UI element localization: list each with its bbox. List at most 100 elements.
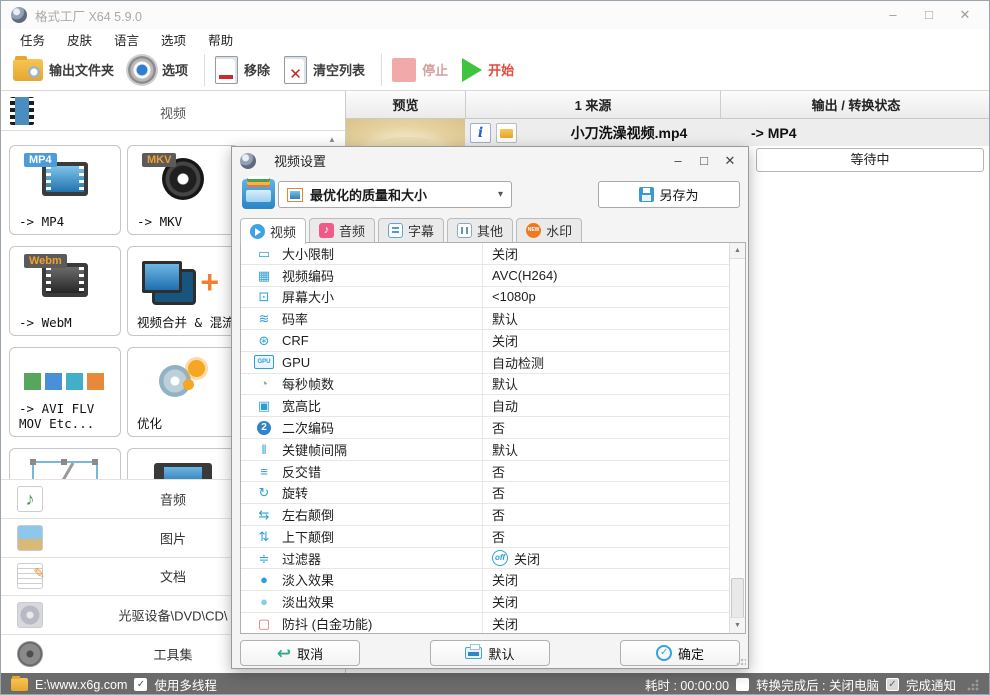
statusbar: E:\www.x6g.com ✓ 使用多线程 耗时 : 00:00:00 转换完… (1, 673, 989, 694)
multithread-checkbox[interactable]: ✓ (134, 678, 148, 691)
scrollbar-down-icon[interactable]: ▼ (730, 617, 745, 633)
save-as-button[interactable]: 另存为 (598, 181, 740, 208)
setting-row[interactable]: ⇅ 上下颠倒 否 (241, 525, 730, 548)
setting-value: <1080p (492, 289, 536, 305)
quality-preset-dropdown[interactable]: 最优化的质量和大小 ▾ (278, 181, 512, 208)
setting-name: 二次编码 (282, 421, 335, 436)
setting-value: 否 (492, 508, 506, 524)
settings-tab[interactable]: 其他 (447, 218, 514, 242)
maximize-button[interactable]: □ (915, 4, 943, 26)
options-button[interactable]: 选项 (128, 55, 189, 84)
ok-button[interactable]: 确定 (620, 640, 740, 666)
setting-value: 关闭 (514, 551, 541, 567)
cancel-button[interactable]: ↩ 取消 (240, 640, 360, 666)
remove-label: 移除 (244, 63, 271, 78)
setting-row[interactable]: ◔ 每秒帧数 默认 (241, 373, 730, 396)
setting-row[interactable]: ≡ 反交错 否 (241, 460, 730, 483)
format-tile[interactable]: 视频合并 & 混流 (127, 246, 239, 336)
menu-options[interactable]: 选项 (150, 30, 197, 49)
settings-tab[interactable]: 字幕 (378, 218, 445, 242)
format-tile[interactable] (127, 448, 239, 479)
task-row[interactable]: 小刀洗澡视频.mp4 -> MP4 (465, 119, 989, 146)
settings-tab[interactable]: 音频 (309, 218, 376, 242)
format-tile[interactable] (9, 448, 121, 479)
notify-checkbox[interactable]: ✓ (885, 678, 899, 691)
format-tile[interactable]: MP4 -> MP4 (9, 145, 121, 235)
deinterlace-icon: ≡ (260, 463, 268, 479)
output-path-folder-icon[interactable] (11, 676, 28, 691)
start-play-icon (462, 57, 483, 82)
close-button[interactable]: ✕ (951, 4, 979, 26)
format-tile-label: -> AVI FLV MOV Etc... (19, 400, 95, 432)
conversion-status-badge: 等待中 (756, 148, 984, 172)
format-tile[interactable]: 优化 (127, 347, 239, 437)
minimize-button[interactable]: – (879, 4, 907, 26)
settings-tab[interactable]: 视频 (240, 218, 307, 244)
dialog-resize-grip[interactable] (736, 656, 746, 666)
setting-row[interactable]: 2 二次编码 否 (241, 417, 730, 439)
sidebar-section-video[interactable]: 视频 (1, 91, 345, 131)
stop-button[interactable]: 停止 (392, 57, 448, 82)
clear-list-button[interactable]: 清空列表 (284, 55, 365, 84)
format-badge: MP4 (24, 153, 57, 167)
output-path[interactable]: E:\www.x6g.com (35, 678, 127, 692)
open-folder-button[interactable] (496, 122, 517, 143)
settings-tabs: 视频 音频 字幕 其他 水印 (240, 218, 585, 244)
menu-skin[interactable]: 皮肤 (56, 30, 103, 49)
setting-value: 否 (492, 529, 506, 545)
media-info-button[interactable] (470, 122, 491, 143)
save-floppy-icon (639, 187, 655, 202)
format-tile[interactable]: MKV -> MKV (127, 145, 239, 235)
subtitle-tab-icon (388, 223, 404, 238)
shutdown-checkbox[interactable] (736, 678, 750, 691)
setting-row[interactable]: ▣ 宽高比 自动 (241, 395, 730, 418)
setting-row[interactable]: ↻ 旋转 否 (241, 482, 730, 505)
dialog-close-button[interactable]: ✕ (720, 153, 740, 169)
notify-label: 完成通知 (905, 679, 956, 693)
multithread-label: 使用多线程 (154, 679, 217, 693)
setting-row[interactable]: ⊛ CRF 关闭 (241, 330, 730, 352)
aspect-ratio-icon: ▣ (257, 398, 271, 414)
setting-row[interactable]: ≋ 码率 默认 (241, 308, 730, 331)
default-button[interactable]: 默认 (430, 640, 550, 666)
format-tile[interactable]: -> AVI FLV MOV Etc... (9, 347, 121, 437)
setting-row[interactable]: ‖ 关键帧间隔 默认 (241, 438, 730, 461)
menu-help[interactable]: 帮助 (197, 30, 244, 49)
menu-task[interactable]: 任务 (9, 30, 56, 49)
setting-value: 否 (492, 421, 506, 436)
clear-list-icon (284, 55, 308, 84)
header-preview: 预览 (346, 91, 466, 118)
watermark-new-icon (526, 223, 542, 238)
remove-button[interactable]: 移除 (215, 55, 271, 84)
scrollbar-up-icon[interactable]: ▲ (730, 243, 745, 259)
format-tile[interactable]: Webm -> WebM (9, 246, 121, 336)
toolbar-divider (204, 53, 206, 86)
setting-row[interactable]: ● 淡出效果 关闭 (241, 591, 730, 614)
window-resize-grip[interactable] (967, 678, 979, 691)
setting-row[interactable]: ▭ 大小限制 关闭 (241, 243, 730, 265)
setting-row[interactable]: ▢ 防抖 (白金功能) 关闭 (241, 613, 730, 633)
setting-row[interactable]: ≑ 过滤器 off 关闭 (241, 547, 730, 570)
start-button[interactable]: 开始 (462, 57, 514, 82)
output-folder-button[interactable]: 输出文件夹 (13, 55, 114, 81)
setting-row[interactable]: ⊡ 屏幕大小 <1080p (241, 286, 730, 309)
dialog-maximize-button[interactable]: □ (694, 153, 714, 169)
setting-name: 宽高比 (282, 399, 322, 415)
shutdown-label: 转换完成后 : 关闭电脑 (756, 679, 879, 693)
output-format: -> MP4 (751, 124, 797, 141)
dialog-minimize-button[interactable]: – (668, 153, 688, 169)
settings-tab[interactable]: 水印 (516, 218, 583, 242)
setting-name: 上下颠倒 (282, 529, 335, 545)
dropdown-caret-icon: ▾ (497, 189, 503, 200)
setting-row[interactable]: GPU GPU 自动检测 (241, 351, 730, 374)
menu-language[interactable]: 语言 (103, 30, 150, 49)
setting-row[interactable]: ● 淡入效果 关闭 (241, 569, 730, 592)
remove-file-icon (215, 55, 239, 84)
setting-row[interactable]: ▦ 视频编码 AVC(H264) (241, 264, 730, 287)
settings-scrollbar[interactable]: ▲ ▼ (729, 243, 745, 633)
options-label: 选项 (162, 63, 189, 78)
scrollbar-thumb[interactable] (731, 578, 744, 619)
setting-row[interactable]: ⇆ 左右颠倒 否 (241, 504, 730, 526)
setting-value: 默认 (492, 377, 519, 393)
setting-name: CRF (282, 332, 309, 348)
